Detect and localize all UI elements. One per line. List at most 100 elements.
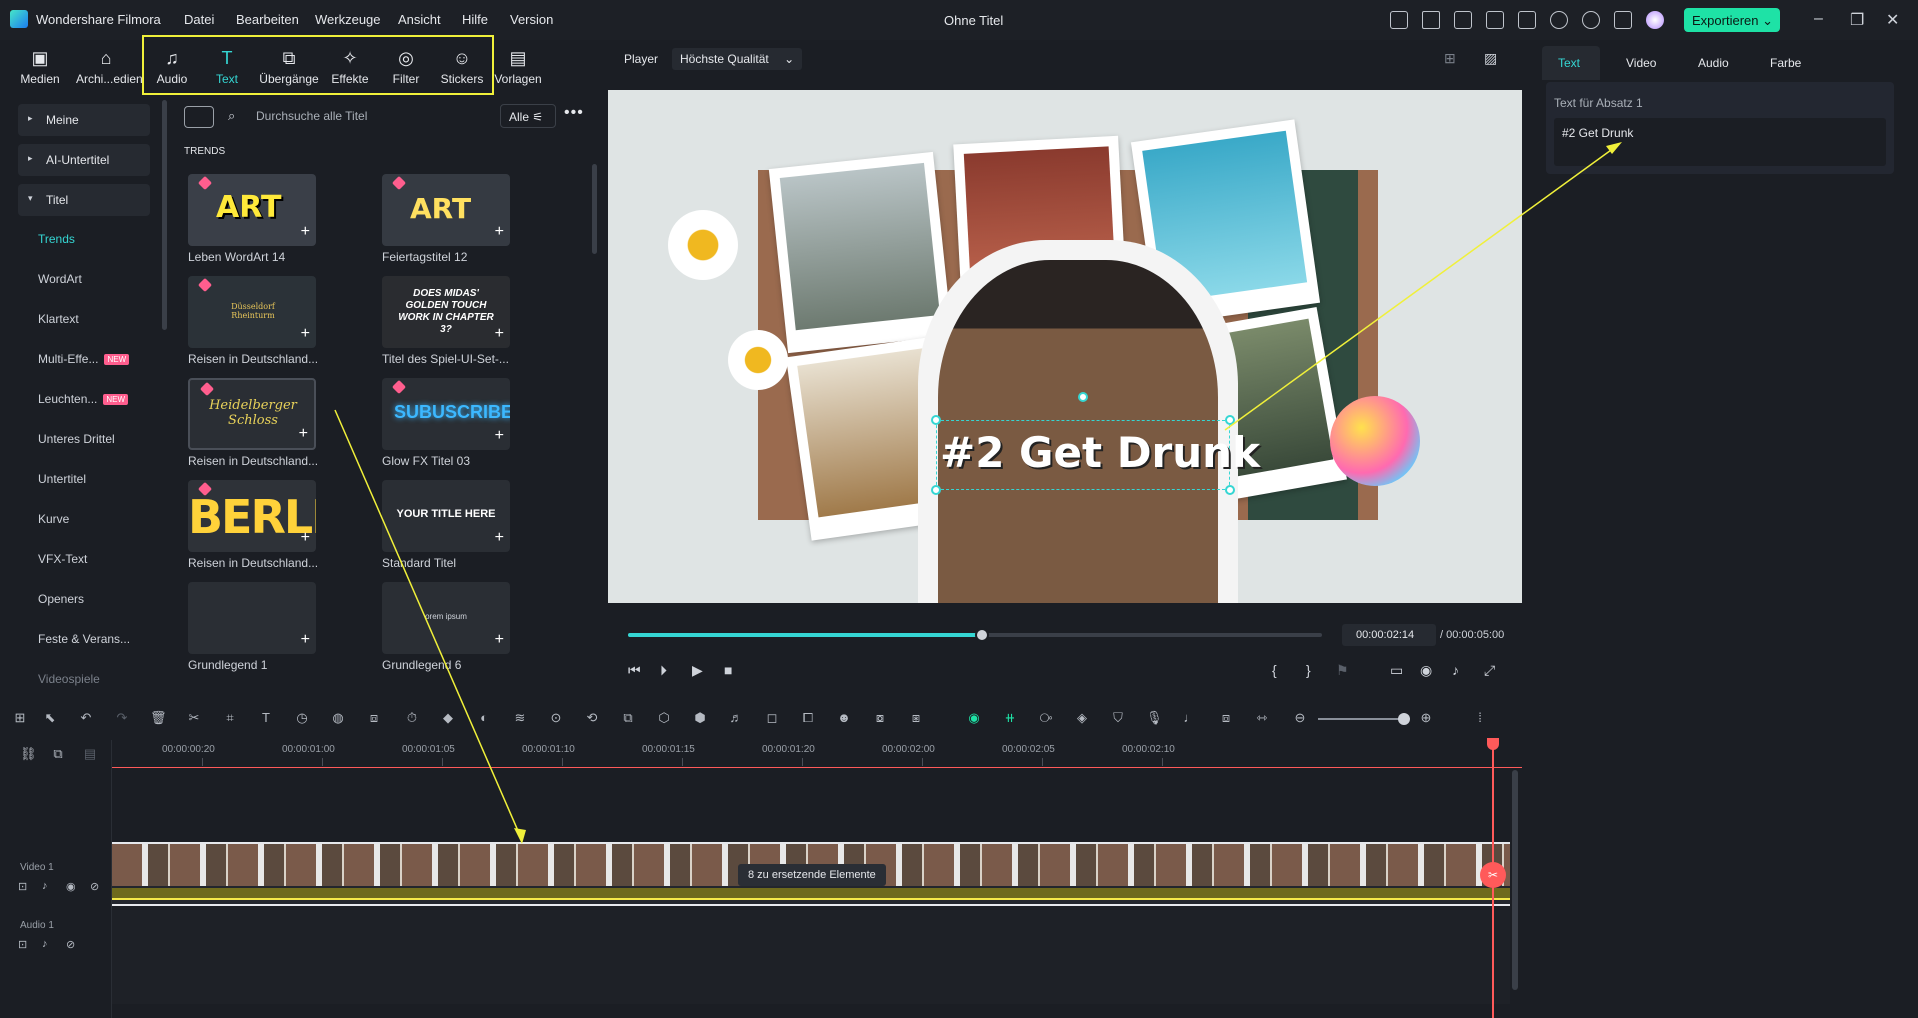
- screen-icon[interactable]: ⧈: [1218, 710, 1234, 726]
- mask-icon[interactable]: ◐: [476, 710, 492, 726]
- eye-icon[interactable]: ◉: [66, 880, 76, 893]
- search-input[interactable]: Durchsuche alle Titel: [256, 109, 367, 123]
- add-icon[interactable]: +: [301, 530, 310, 546]
- sidebar-item-feste[interactable]: Feste & Verans...: [38, 632, 130, 646]
- menu-werkzeuge[interactable]: Werkzeuge: [315, 12, 381, 27]
- menu-datei[interactable]: Datei: [184, 12, 214, 27]
- play-icon[interactable]: ▶: [692, 662, 703, 679]
- group-icon[interactable]: ⧉: [50, 746, 66, 762]
- audio-stretch-icon[interactable]: ♬: [728, 710, 744, 726]
- tab-audio-props[interactable]: Audio: [1698, 56, 1729, 70]
- mark-in-icon[interactable]: {: [1272, 662, 1277, 678]
- sidebar-item-kurve[interactable]: Kurve: [38, 512, 69, 526]
- camera-icon[interactable]: ◉: [1420, 662, 1432, 679]
- grid-view-icon[interactable]: ⊞: [1444, 50, 1456, 67]
- add-icon[interactable]: +: [495, 224, 504, 240]
- transform-icon[interactable]: ⬢: [692, 710, 708, 726]
- apps-grid-icon[interactable]: [1614, 11, 1632, 29]
- restore-icon[interactable]: ❐: [1850, 10, 1864, 30]
- export-button[interactable]: Exportieren ⌄: [1684, 8, 1780, 32]
- sidebar-group-titel[interactable]: ▾ Titel: [18, 184, 150, 216]
- sidebar-item-vfx-text[interactable]: VFX-Text: [38, 552, 87, 566]
- beat-icon[interactable]: ◈: [1074, 710, 1090, 726]
- title-card[interactable]: BERLIN +: [188, 480, 316, 552]
- snap-icon[interactable]: ⧺: [1002, 710, 1018, 726]
- lock-icon[interactable]: ⊡: [18, 880, 27, 893]
- layout-icon[interactable]: [1486, 11, 1504, 29]
- display-icon[interactable]: ▭: [1390, 662, 1403, 679]
- fit-icon[interactable]: ⇿: [1254, 710, 1270, 726]
- audio-icon[interactable]: ♩: [1182, 710, 1198, 726]
- resize-handle[interactable]: [931, 485, 941, 495]
- lock-icon[interactable]: ⊡: [18, 938, 27, 951]
- zoom-in-icon[interactable]: ⊕: [1418, 710, 1434, 726]
- snapshot-view-icon[interactable]: ▨: [1484, 50, 1497, 67]
- resize-handle[interactable]: [1225, 415, 1235, 425]
- sidebar-group-ai-untertitel[interactable]: ▸ AI-Untertitel: [18, 144, 150, 176]
- sidebar-item-unteres-drittel[interactable]: Unteres Drittel: [38, 432, 115, 446]
- project-icon[interactable]: [1454, 11, 1472, 29]
- track-settings-icon[interactable]: ▤: [82, 746, 98, 762]
- sidebar-item-untertitel[interactable]: Untertitel: [38, 472, 86, 486]
- rotate-handle[interactable]: [1078, 392, 1088, 402]
- ai-icon[interactable]: ⧈: [366, 710, 382, 726]
- redo-icon[interactable]: ↷: [114, 710, 130, 726]
- progress-knob[interactable]: [974, 628, 989, 642]
- ai-mate-icon[interactable]: ◉: [966, 710, 982, 726]
- undo-icon[interactable]: ↶: [78, 710, 94, 726]
- mute-icon[interactable]: ⊘: [90, 880, 99, 893]
- gift-icon[interactable]: [1390, 11, 1408, 29]
- title-card[interactable]: orem ipsum +: [382, 582, 510, 654]
- title-card[interactable]: YOUR TITLE HERE +: [382, 480, 510, 552]
- pip-icon[interactable]: ⧠: [800, 710, 816, 726]
- zoom-knob[interactable]: [1398, 713, 1410, 725]
- playhead-handle[interactable]: [1487, 738, 1499, 750]
- translate-icon[interactable]: ⧇: [872, 710, 888, 726]
- sidebar-item-videospiele[interactable]: Videospiele: [38, 672, 100, 686]
- current-time[interactable]: 00:00:02:14: [1342, 624, 1436, 646]
- avatar[interactable]: [1646, 11, 1664, 29]
- add-icon[interactable]: +: [301, 326, 310, 342]
- volume-icon[interactable]: ♪: [42, 938, 48, 950]
- zoom-out-icon[interactable]: ⊖: [1292, 710, 1308, 726]
- mixer-icon[interactable]: ⧂: [1038, 710, 1054, 726]
- tab-medien[interactable]: ▣ Medien: [10, 46, 70, 94]
- stop-icon[interactable]: ■: [724, 662, 732, 678]
- title-card[interactable]: +: [188, 582, 316, 654]
- more-options-icon[interactable]: •••: [564, 104, 584, 122]
- text-input-field[interactable]: #2 Get Drunk: [1554, 118, 1886, 166]
- sidebar-item-openers[interactable]: Openers: [38, 592, 84, 606]
- mark-out-icon[interactable]: }: [1306, 662, 1311, 678]
- overlay-title-text[interactable]: #2 Get Drunk: [940, 428, 1260, 477]
- minimize-icon[interactable]: –: [1814, 10, 1823, 28]
- title-card[interactable]: Düsseldorf Rheinturm +: [188, 276, 316, 348]
- resize-handle[interactable]: [931, 415, 941, 425]
- add-icon[interactable]: +: [301, 224, 310, 240]
- close-icon[interactable]: ✕: [1886, 10, 1899, 30]
- filter-dropdown[interactable]: Alle ⚟: [500, 104, 556, 128]
- timer-icon[interactable]: ⏱: [404, 710, 420, 726]
- menu-bearbeiten[interactable]: Bearbeiten: [236, 12, 299, 27]
- stabilize-icon[interactable]: ⊙: [548, 710, 564, 726]
- scissors-icon[interactable]: ✂: [186, 710, 202, 726]
- headset-icon[interactable]: [1582, 11, 1600, 29]
- sidebar-item-multi-effekte[interactable]: Multi-Effe... NEW: [38, 352, 130, 366]
- sidebar-group-meine[interactable]: ▸ Meine: [18, 104, 150, 136]
- resize-handle[interactable]: [1225, 485, 1235, 495]
- sidebar-item-trends[interactable]: Trends: [38, 232, 75, 246]
- title-card[interactable]: ART +: [382, 174, 510, 246]
- add-icon[interactable]: +: [495, 530, 504, 546]
- more-grid-icon[interactable]: ⁞: [1472, 710, 1488, 726]
- volume-icon[interactable]: ♪: [42, 880, 48, 892]
- add-icon[interactable]: +: [301, 632, 310, 648]
- menu-version[interactable]: Version: [510, 12, 553, 27]
- send-icon[interactable]: [1422, 11, 1440, 29]
- fullscreen-icon[interactable]: ⤢: [1484, 662, 1495, 679]
- subtitle-icon[interactable]: ⧆: [908, 710, 924, 726]
- crop-icon[interactable]: ⌗: [222, 710, 238, 726]
- store-icon[interactable]: [184, 106, 214, 128]
- tab-archiv-medien[interactable]: ⌂ Archi...edien: [76, 46, 143, 94]
- adjust-icon[interactable]: ≋: [512, 710, 528, 726]
- crop-frame-icon[interactable]: ◻: [764, 710, 780, 726]
- text-tool-icon[interactable]: T: [258, 710, 274, 726]
